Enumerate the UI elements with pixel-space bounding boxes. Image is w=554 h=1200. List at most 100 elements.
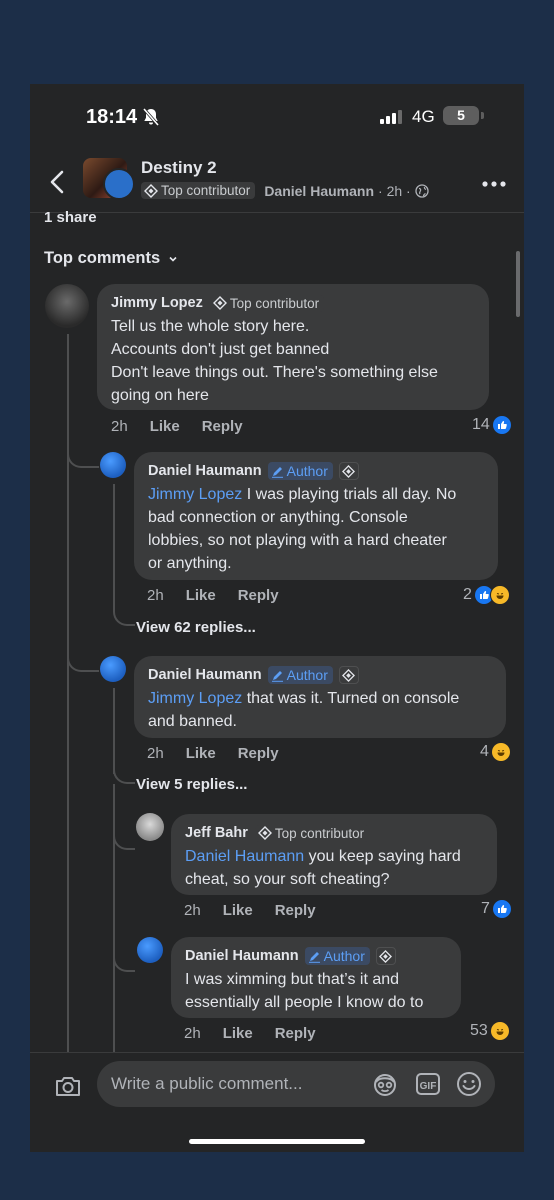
comment-time: 2h [184,1025,201,1042]
badge-label: Author [286,667,328,683]
thread-line [113,484,115,610]
haha-reaction-icon [490,1022,509,1040]
reaction-summary[interactable]: 14 [472,416,511,434]
comment-bubble: Daniel Haumann Author I was ximming but … [171,937,461,1018]
comment-header: Jimmy Lopez Top contributor [111,293,475,313]
post-meta: Top contributor Daniel Haumann · 2h · [141,182,429,199]
like-button[interactable]: Like [186,745,216,762]
avatar[interactable] [100,452,126,478]
group-name[interactable]: Destiny 2 [141,158,217,178]
comment-line: or anything. [148,555,232,572]
comment-line: bad connection or anything. Console [148,509,408,526]
share-count[interactable]: 1 share [44,209,97,226]
comment-text: Tell us the whole story here. Accounts d… [111,315,475,407]
top-comments-label: Top comments [44,249,161,267]
author-badge: Author [267,462,333,480]
status-bar: 18:14 4G 5 [30,84,524,150]
comment-line: Don't leave things out. There's somethin… [111,364,438,381]
haha-reaction-icon [491,743,510,761]
thread-curve [67,444,99,468]
mention-link[interactable]: Jimmy Lopez [148,690,242,707]
comment-input[interactable]: Write a public comment... GIF [97,1061,495,1107]
diamond-badge [338,666,359,684]
commenter-name[interactable]: Jeff Bahr [185,825,248,841]
chevron-left-icon[interactable] [46,168,70,196]
comment-line: Accounts don't just get banned [111,341,330,358]
diamond-icon [342,464,356,478]
commenter-name[interactable]: Jimmy Lopez [111,295,203,311]
comment-text: I was ximming but that’s it and essentia… [185,968,447,1014]
comment-header: Daniel Haumann Author [148,665,492,685]
like-button[interactable]: Like [223,902,253,919]
comment-header: Daniel Haumann Author [148,461,484,481]
commenter-name[interactable]: Daniel Haumann [148,667,262,683]
reply-button[interactable]: Reply [238,745,279,762]
comment-line: you keep saying hard [304,848,461,865]
comment-text: Daniel Haumann you keep saying hard chea… [185,845,483,891]
badge-label: Author [323,948,365,964]
mention-link[interactable]: Daniel Haumann [185,848,304,865]
comment-actions: 2h Like Reply [147,587,279,604]
reaction-summary[interactable]: 2 [463,585,510,605]
post-author[interactable]: Daniel Haumann [264,183,374,199]
author-badge: Author [304,947,370,965]
reply-button[interactable]: Reply [275,902,316,919]
thread-curve [113,760,135,784]
author-avatar[interactable] [103,168,135,200]
comment-bubble: Daniel Haumann Author Jimmy Lopez I was … [134,452,498,580]
comment-line: I was ximming but that’s it and [185,971,400,988]
pencil-icon [308,951,320,963]
haha-reaction-icon [489,585,510,605]
avatar[interactable] [136,813,164,841]
more-icon[interactable] [482,180,506,188]
comment-text: Jimmy Lopez that was it. Turned on conso… [148,687,492,733]
comment-composer: Write a public comment... GIF [30,1052,524,1152]
gif-icon[interactable]: GIF [415,1071,441,1097]
avatar[interactable] [45,284,89,328]
commenter-name[interactable]: Daniel Haumann [185,948,299,964]
home-indicator[interactable] [189,1139,365,1144]
reply-button[interactable]: Reply [238,587,279,604]
avatar[interactable] [100,656,126,682]
like-button[interactable]: Like [186,587,216,604]
like-button[interactable]: Like [150,418,180,435]
bell-slash-icon [142,108,160,126]
reaction-summary[interactable]: 7 [481,900,511,918]
like-button[interactable]: Like [223,1025,253,1042]
reply-button[interactable]: Reply [202,418,243,435]
commenter-name[interactable]: Daniel Haumann [148,463,262,479]
reaction-summary[interactable]: 53 [470,1022,509,1040]
globe-icon [415,183,429,198]
scrollbar[interactable] [516,251,520,317]
badge-label: Top contributor [161,183,251,198]
diamond-icon [212,296,227,310]
reply-button[interactable]: Reply [275,1025,316,1042]
avatar[interactable] [137,937,163,963]
view-replies-link[interactable]: View 62 replies... [136,619,256,636]
thread-curve [113,826,135,850]
top-comments-filter[interactable]: Top comments [44,249,178,268]
comment-time: 2h [111,418,128,435]
reaction-summary[interactable]: 4 [480,743,510,761]
diamond-badge [375,947,396,965]
comment-placeholder: Write a public comment... [111,1074,303,1093]
comment-text: Jimmy Lopez I was playing trials all day… [148,483,484,575]
diamond-icon [257,826,272,840]
comment-bubble: Daniel Haumann Author Jimmy Lopez that w… [134,656,506,738]
comment-line: essentially all people I know do to [185,994,424,1011]
mention-link[interactable]: Jimmy Lopez [148,486,242,503]
comment-line: lobbies, so not playing with a hard chea… [148,532,447,549]
reaction-count: 2 [463,586,472,603]
avatar-sticker-icon[interactable] [372,1071,398,1097]
view-replies-link[interactable]: View 5 replies... [136,776,247,793]
camera-icon[interactable] [54,1074,82,1098]
thread-curve [67,648,99,672]
emoji-icon[interactable] [456,1071,482,1097]
badge-label: Top contributor [274,825,365,841]
comment-line: Tell us the whole story here. [111,318,310,335]
comment-bubble: Jeff Bahr Top contributor Daniel Haumann… [171,814,497,895]
gif-label: GIF [420,1081,437,1092]
author-badge: Author [267,666,333,684]
thread-line [113,784,115,1052]
diamond-icon [342,668,356,682]
